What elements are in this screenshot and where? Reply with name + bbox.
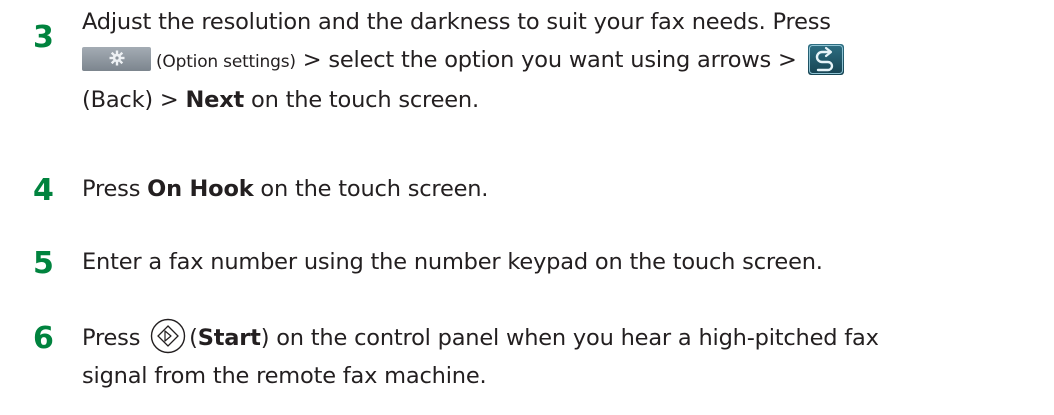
back-arrow-icon bbox=[808, 45, 843, 74]
next-label: Next bbox=[185, 87, 245, 113]
step-text-part: on the touch screen. bbox=[244, 87, 479, 113]
step-text-part: ) on the control panel when you hear a h… bbox=[260, 325, 879, 351]
step-text: Press (Start) on the control panel when … bbox=[82, 318, 1042, 395]
step-text-part: (Back) > bbox=[82, 87, 186, 113]
option-settings-button-icon bbox=[82, 47, 151, 71]
step-line: signal from the remote fax machine. bbox=[82, 363, 487, 389]
step-line: Press (Start) on the control panel when … bbox=[82, 318, 1042, 357]
step-text-mid: > select the option you want using arrow… bbox=[295, 47, 804, 73]
step-number: 3 bbox=[33, 20, 54, 55]
step-line: Adjust the resolution and the darkness t… bbox=[82, 9, 831, 35]
step-number: 6 bbox=[33, 321, 54, 356]
step-text: Enter a fax number using the number keyp… bbox=[82, 249, 823, 275]
start-button-icon bbox=[150, 318, 186, 354]
on-hook-label: On Hook bbox=[147, 176, 254, 202]
step-line: (Back) > Next on the touch screen. bbox=[82, 81, 1042, 119]
step-text-part: Press bbox=[82, 176, 148, 202]
start-diamond-icon bbox=[150, 318, 186, 354]
gear-icon bbox=[109, 50, 125, 66]
step-text: Adjust the resolution and the darkness t… bbox=[82, 3, 1042, 119]
option-settings-label: (Option settings) bbox=[156, 52, 296, 72]
step-text-part: on the touch screen. bbox=[253, 176, 489, 202]
back-button-icon bbox=[807, 44, 844, 75]
step-line: (Option settings) > select the option yo… bbox=[82, 41, 1042, 81]
step-number: 5 bbox=[33, 246, 54, 281]
step-text-part: Press bbox=[82, 325, 148, 351]
start-label: Start bbox=[197, 325, 261, 351]
step-text: Press On Hook on the touch screen. bbox=[82, 170, 1042, 208]
step-number: 4 bbox=[33, 173, 54, 208]
